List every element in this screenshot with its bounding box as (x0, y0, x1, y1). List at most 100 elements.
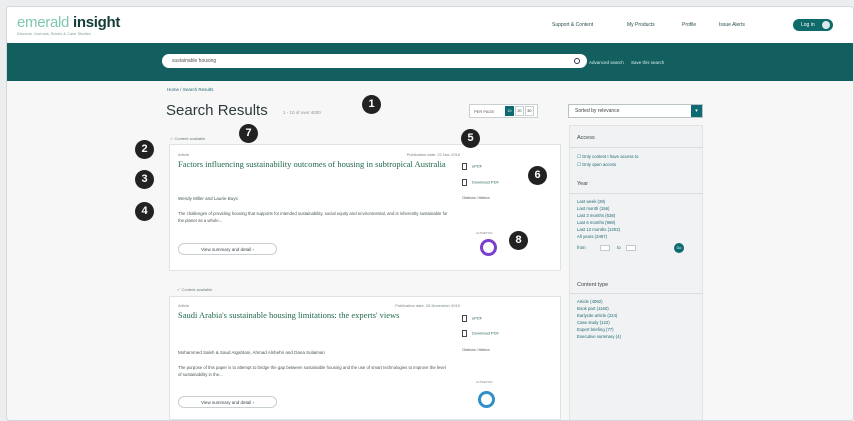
filter-type-option[interactable]: Expert briefing (77) (577, 327, 614, 332)
callout-marker-4: 4 (135, 202, 154, 221)
callout-marker-3: 3 (135, 170, 154, 189)
filter-year-heading: Year (577, 181, 589, 187)
result-2-epdf-label: ePDF (472, 315, 483, 321)
result-1-download-label: Download PDF (472, 179, 499, 185)
filter-access-option[interactable]: ☐ Only content I have access to (577, 154, 638, 160)
filter-divider (570, 147, 703, 148)
browser-frame: emerald insight Discover Journals, Books… (6, 6, 854, 421)
logo-text-light: emerald (17, 14, 70, 31)
per-page-control: PER PAGE 10 20 50 (469, 104, 538, 118)
filter-year-option[interactable]: All years (3467) (577, 234, 607, 239)
filter-year-option[interactable]: Last month (156) (577, 206, 609, 211)
result-1-abstract: The challenges of providing housing that… (178, 211, 448, 223)
result-1-view-summary-button[interactable]: View summary and detail › (178, 243, 277, 255)
breadcrumb-home[interactable]: Home (167, 87, 179, 92)
nav-my-products[interactable]: My Products (627, 22, 655, 28)
filter-content-type-heading: Content type (577, 282, 609, 288)
result-2-epdf-link[interactable]: ePDF (462, 315, 482, 322)
result-1-altmetric-label: ALTMETRIC (476, 231, 493, 235)
search-band: Advanced search Save this search (7, 43, 853, 81)
result-2-download-pdf-link[interactable]: Download PDF (462, 330, 499, 337)
logo-text-bold: insight (72, 14, 121, 31)
breadcrumb-current: Search Results (182, 87, 214, 92)
callout-marker-2: 2 (135, 140, 154, 159)
filter-divider (570, 293, 703, 294)
result-2-access: ✓ Content available (177, 287, 213, 292)
chevron-down-icon: ▾ (691, 105, 702, 117)
altmetric-badge-icon[interactable] (480, 239, 497, 256)
result-2-title[interactable]: Saudi Arabia's sustainable housing limit… (178, 310, 448, 321)
callout-marker-1: 1 (362, 95, 381, 114)
filter-year-from-label: from (577, 245, 586, 250)
file-icon (462, 179, 467, 186)
result-1-type: Article (178, 152, 190, 157)
search-icon[interactable] (574, 58, 580, 64)
result-1-epdf-label: ePDF (472, 163, 483, 169)
sort-select-value: Sorted by relevance (575, 108, 620, 114)
filter-panel: Access ☐ Only content I have access to ☐… (569, 125, 703, 420)
result-card-1: Article Publication date: 22 Nov 2016 Fa… (169, 144, 561, 271)
filter-type-option[interactable]: Case study (122) (577, 320, 610, 325)
nav-profile[interactable]: Profile (682, 22, 696, 28)
filter-year-option[interactable]: Last 3 months (538) (577, 213, 615, 218)
save-search-link[interactable]: Save this search (631, 60, 664, 65)
altmetric-badge-icon[interactable] (478, 391, 495, 408)
filter-type-option[interactable]: Book part (1160) (577, 306, 609, 311)
filter-access-option-label: Only content I have access to (582, 154, 639, 159)
filter-year-option[interactable]: Last 6 months (968) (577, 220, 615, 225)
filter-access-option-label: Only open access (582, 162, 617, 167)
sort-select[interactable]: Sorted by relevance ▾ (568, 104, 703, 118)
result-2-abstract: The purpose of this paper is to attempt … (178, 365, 446, 377)
per-page-option-50[interactable]: 50 (525, 106, 534, 116)
result-2-date: Publication date: 28 November 2019 (395, 303, 460, 308)
per-page-option-20[interactable]: 20 (515, 106, 524, 116)
callout-marker-5: 5 (461, 129, 480, 148)
result-2-view-summary-label: View summary and detail (201, 400, 252, 405)
filter-year-to-label: to (617, 245, 621, 250)
filter-year-from-input[interactable] (600, 245, 610, 251)
login-button[interactable]: Log in (793, 19, 833, 31)
filter-year-option[interactable]: Last 12 months (1203) (577, 227, 620, 232)
result-1-view-summary-label: View summary and detail (201, 247, 252, 252)
filter-year-to-input[interactable] (626, 245, 636, 251)
result-2-metrics-link[interactable]: Citations / Metrics (462, 348, 490, 352)
file-icon (462, 330, 467, 337)
page-title: Search Results (166, 102, 268, 119)
result-count: 1 - 10 of over 4000 (283, 110, 321, 115)
result-1-title[interactable]: Factors influencing sustainability outco… (178, 159, 448, 170)
callout-marker-8: 8 (509, 231, 528, 250)
filter-type-option[interactable]: Executive summary (4) (577, 334, 621, 339)
result-2-type: Article (178, 303, 190, 308)
nav-support-content[interactable]: Support & Content (552, 22, 593, 28)
result-1-authors: Wendy Miller and Laurie Buys (178, 196, 238, 201)
per-page-label: PER PAGE (474, 109, 495, 114)
file-icon (462, 163, 467, 170)
advanced-search-link[interactable]: Advanced search (589, 60, 624, 65)
callout-marker-7: 7 (239, 124, 258, 143)
result-1-download-pdf-link[interactable]: Download PDF (462, 179, 499, 186)
result-2-authors: Mohammed Saleh & Saud Algahtani, Ahmad A… (178, 350, 325, 355)
per-page-option-10[interactable]: 10 (505, 106, 514, 116)
breadcrumb-separator: / (180, 87, 182, 92)
result-2-view-summary-button[interactable]: View summary and detail › (178, 396, 277, 408)
result-1-metrics-link[interactable]: Citations / Metrics (462, 196, 490, 200)
result-2-altmetric-label: ALTMETRIC (476, 380, 493, 384)
login-label: Log in (801, 22, 815, 28)
search-input[interactable] (162, 54, 587, 68)
filter-type-option[interactable]: Article (4092) (577, 299, 603, 304)
filter-year-go-button[interactable]: Go (674, 243, 684, 253)
emerald-insight-logo[interactable]: emerald insight (17, 14, 120, 31)
result-1-access: ✓ Content available (170, 136, 206, 141)
logo-tagline: Discover Journals, Books & Case Studies (17, 31, 91, 36)
filter-access-option[interactable]: ☐ Only open access (577, 162, 616, 168)
filter-year-option[interactable]: Last week (28) (577, 199, 605, 204)
filter-divider (570, 193, 703, 194)
nav-issue-alerts[interactable]: Issue Alerts (719, 22, 745, 28)
top-header: emerald insight Discover Journals, Books… (7, 7, 853, 43)
result-card-2: Article Publication date: 28 November 20… (169, 296, 561, 420)
callout-marker-6: 6 (528, 166, 547, 185)
filter-type-option[interactable]: Earlycite article (224) (577, 313, 617, 318)
filter-access-heading: Access (577, 135, 595, 141)
result-1-epdf-link[interactable]: ePDF (462, 163, 482, 170)
file-icon (462, 315, 467, 322)
